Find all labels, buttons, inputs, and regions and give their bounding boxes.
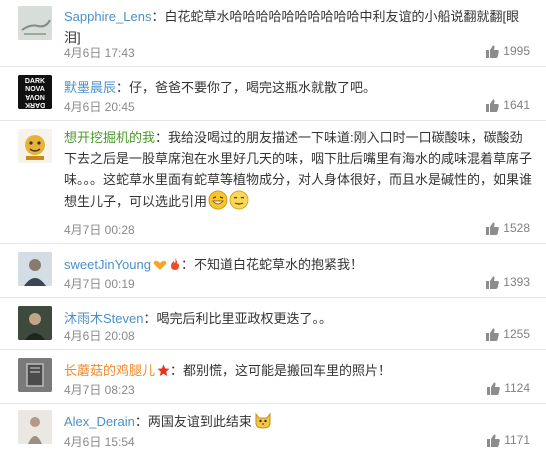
comment-text-block: 默墨晨辰：仔，爸爸不要你了，喝完这瓶水就散了吧。 (64, 77, 534, 98)
username-link[interactable]: 沐雨木Steven (64, 311, 143, 326)
thumb-up-icon (486, 328, 500, 341)
like-count: 1528 (503, 221, 530, 235)
colon: ： (151, 9, 165, 24)
comment-item: 长蘑菇的鸡腿儿 ：都别慌，这可能是搬回车里的照片！ 4月7日 08:23 1124 (0, 350, 546, 404)
fire-badge-icon (169, 256, 181, 277)
like-count: 1124 (504, 381, 530, 395)
comment-item: DARK NOVA NOVA DARK 默墨晨辰：仔，爸爸不要你了，喝完这瓶水就… (0, 67, 546, 121)
username-link[interactable]: sweetJinYoung (64, 257, 151, 272)
avatar-text: NOVA (25, 93, 45, 100)
comment-item: 想开挖掘机的我：我给没喝过的朋友描述一下味道:刚入口时一口碳酸味，碳酸劲下去之后… (0, 121, 546, 244)
timestamp: 4月6日 17:43 (64, 46, 135, 60)
smirk-emoji-icon (229, 190, 249, 216)
thumb-up-icon (486, 99, 500, 112)
comment-text-block: 想开挖掘机的我：我给没喝过的朋友描述一下味道:刚入口时一口碳酸味，碳酸劲下去之后… (64, 127, 534, 216)
thumb-up-icon (486, 45, 500, 58)
thumb-up-icon (487, 434, 501, 447)
like-button[interactable]: 1528 (485, 221, 530, 235)
comment-text: 两国友谊到此结束 (147, 414, 252, 429)
username-link[interactable]: Sapphire_Lens (64, 9, 151, 24)
comment-body: Sapphire_Lens：白花蛇草水哈哈哈哈哈哈哈哈哈哈中利友谊的小船说翻就翻… (64, 6, 534, 48)
avatar[interactable] (18, 129, 52, 163)
comment-text: 仔，爸爸不要你了，喝完这瓶水就散了吧。 (129, 80, 377, 95)
comment-meta: 4月7日 08:23 1124 (64, 381, 534, 397)
like-button[interactable]: 1255 (485, 327, 530, 341)
comment-text-block: 沐雨木Steven：喝完后利比里亚政权更迭了。。 (64, 308, 534, 329)
comment-text: 不知道白花蛇草水的抱紧我！ (194, 257, 364, 272)
avatar[interactable]: DARK NOVA NOVA DARK (18, 75, 52, 109)
username-link[interactable]: 想开挖掘机的我 (64, 130, 155, 145)
like-count: 1995 (503, 44, 530, 58)
like-button[interactable]: 1393 (485, 275, 530, 289)
comment-meta: 4月7日 00:19 1393 (64, 275, 534, 291)
like-button[interactable]: 1995 (485, 44, 530, 58)
like-button[interactable]: 1124 (486, 381, 530, 395)
comment-text-block: 长蘑菇的鸡腿儿 ：都别慌，这可能是搬回车里的照片！ (64, 360, 534, 383)
comment-meta: 4月6日 17:43 1995 (64, 44, 534, 60)
colon: ： (143, 311, 157, 326)
avatar-text: DARK (25, 78, 45, 85)
comment-item: 沐雨木Steven：喝完后利比里亚政权更迭了。。 4月6日 20:08 1255 (0, 298, 546, 350)
username-link[interactable]: 默墨晨辰 (64, 80, 116, 95)
timestamp: 4月7日 08:23 (64, 383, 135, 397)
like-button[interactable]: 1641 (485, 98, 530, 112)
comment-body: sweetJinYoung ：不知道白花蛇草水的抱紧我！ (64, 254, 534, 277)
comment-text: 都别慌，这可能是搬回车里的照片！ (183, 363, 392, 378)
comment-meta: 4月6日 20:45 1641 (64, 98, 534, 114)
avatar[interactable] (18, 358, 52, 392)
comment-item: Alex_Derain：两国友谊到此结束 4月6日 15:54 1171 (0, 404, 546, 455)
like-count: 1171 (504, 433, 530, 447)
comment-text-block: sweetJinYoung ：不知道白花蛇草水的抱紧我！ (64, 254, 534, 277)
comment-text: 喝完后利比里亚政权更迭了。。 (156, 311, 333, 326)
thumb-up-icon (487, 382, 501, 395)
comment-meta: 4月7日 00:28 1528 (64, 221, 534, 237)
vip-badge-icon (153, 256, 167, 277)
avatar[interactable] (18, 410, 52, 444)
avatar[interactable] (18, 306, 52, 340)
comment-text-block: Sapphire_Lens：白花蛇草水哈哈哈哈哈哈哈哈哈哈中利友谊的小船说翻就翻… (64, 6, 534, 48)
colon: ： (170, 363, 184, 378)
comment-feed: Sapphire_Lens：白花蛇草水哈哈哈哈哈哈哈哈哈哈中利友谊的小船说翻就翻… (0, 0, 546, 455)
username-link[interactable]: Alex_Derain (64, 414, 135, 429)
comment-body: 默墨晨辰：仔，爸爸不要你了，喝完这瓶水就散了吧。 (64, 77, 534, 98)
colon: ： (134, 414, 148, 429)
timestamp: 4月7日 00:19 (64, 277, 135, 291)
comment-item: sweetJinYoung ：不知道白花蛇草水的抱紧我！ 4月7日 00:19 1… (0, 244, 546, 298)
thumb-up-icon (486, 222, 500, 235)
colon: ： (155, 130, 169, 145)
avatar-text: DARK (25, 101, 45, 108)
comment-meta: 4月6日 20:08 1255 (64, 327, 534, 343)
timestamp: 4月7日 00:28 (64, 223, 135, 237)
like-count: 1393 (503, 275, 530, 289)
avatar-text: NOVA (25, 86, 45, 93)
comment-item: Sapphire_Lens：白花蛇草水哈哈哈哈哈哈哈哈哈哈中利友谊的小船说翻就翻… (0, 0, 546, 67)
grin-emoji-icon (208, 190, 228, 216)
comment-body: 想开挖掘机的我：我给没喝过的朋友描述一下味道:刚入口时一口碳酸味，碳酸劲下去之后… (64, 127, 534, 216)
like-count: 1255 (503, 327, 530, 341)
colon: ： (116, 80, 130, 95)
timestamp: 4月6日 20:08 (64, 329, 135, 343)
comment-body: 长蘑菇的鸡腿儿 ：都别慌，这可能是搬回车里的照片！ (64, 360, 534, 383)
username-link[interactable]: 长蘑菇的鸡腿儿 (64, 363, 155, 378)
colon: ： (180, 257, 194, 272)
thumb-up-icon (486, 276, 500, 289)
comment-body: 沐雨木Steven：喝完后利比里亚政权更迭了。。 (64, 308, 534, 329)
timestamp: 4月6日 15:54 (64, 435, 135, 449)
like-button[interactable]: 1171 (486, 433, 530, 447)
star-badge-icon (157, 362, 170, 383)
timestamp: 4月6日 20:45 (64, 100, 135, 114)
like-count: 1641 (503, 98, 530, 112)
avatar[interactable] (18, 252, 52, 286)
comment-meta: 4月6日 15:54 1171 (64, 433, 534, 449)
avatar[interactable] (18, 6, 52, 40)
